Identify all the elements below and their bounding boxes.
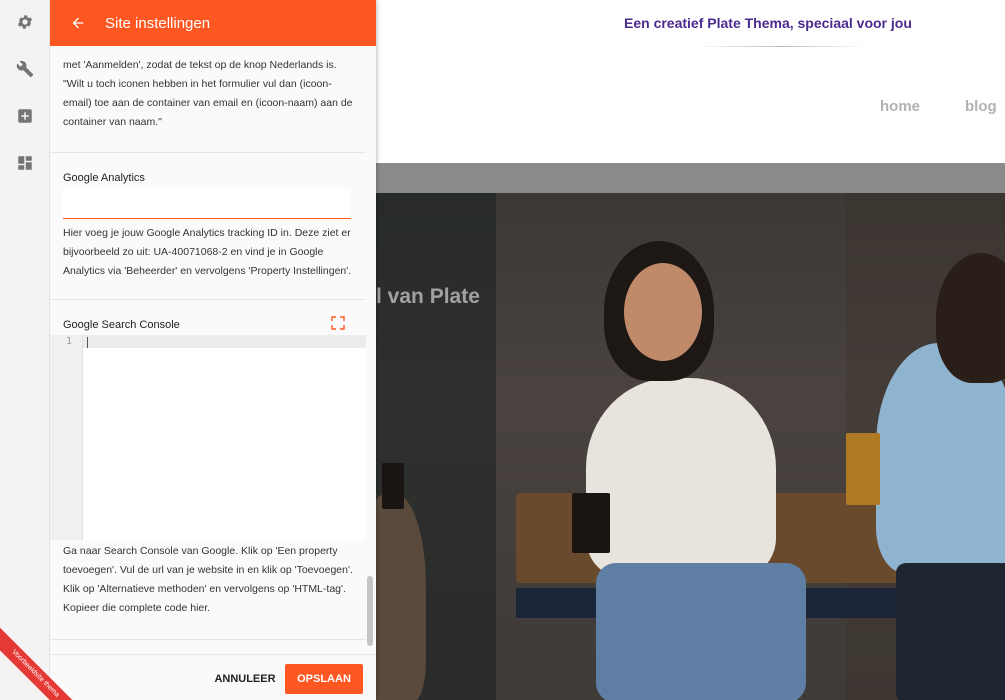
person-center-face-shape <box>624 263 702 361</box>
panel-title: Site instellingen <box>105 14 211 32</box>
divider <box>50 152 366 153</box>
divider <box>50 299 366 300</box>
save-button[interactable]: OPSLAAN <box>285 664 363 694</box>
plus-box-icon[interactable] <box>13 104 37 128</box>
editor-gutter: 1 <box>50 335 83 540</box>
hero-top-band <box>376 163 1005 193</box>
ga-tracking-input[interactable] <box>63 188 351 219</box>
wrench-icon[interactable] <box>13 57 37 81</box>
site-preview: Een creatief Plate Thema, speciaal voor … <box>376 0 1005 700</box>
beer-glass-shape <box>846 433 880 505</box>
ga-label: Google Analytics <box>63 172 145 184</box>
tagline-divider <box>696 46 866 47</box>
panel-body[interactable]: met 'Aanmelden', zodat de tekst op de kn… <box>50 46 376 654</box>
back-arrow-icon[interactable] <box>68 13 88 33</box>
divider <box>50 639 366 640</box>
ga-help-text: Hier voeg je jouw Google Analytics track… <box>63 227 352 277</box>
form-help-text: met 'Aanmelden', zodat de tekst op de kn… <box>63 59 353 128</box>
hero-title: l van Plate <box>376 285 480 308</box>
icon-rail <box>0 0 50 700</box>
person-center-jeans-shape <box>596 563 806 700</box>
nav-home[interactable]: home <box>880 98 920 115</box>
active-line <box>83 335 366 348</box>
dashboard-icon[interactable] <box>13 151 37 175</box>
hero-image: l van Plate <box>376 193 1005 700</box>
person-right-jeans-shape <box>896 563 1005 700</box>
gsc-help-text: Ga naar Search Console van Google. Klik … <box>63 545 353 614</box>
gsc-label: Google Search Console <box>63 319 180 331</box>
gsc-code-editor[interactable]: 1 <box>50 335 366 540</box>
site-tagline: Een creatief Plate Thema, speciaal voor … <box>624 15 912 31</box>
gear-icon[interactable] <box>13 10 37 34</box>
panel-header: Site instellingen <box>50 0 376 46</box>
panel-scrollbar[interactable] <box>367 576 373 646</box>
fullscreen-icon[interactable] <box>331 316 345 330</box>
line-number: 1 <box>65 336 72 347</box>
nav-blog[interactable]: blog <box>965 98 997 115</box>
glass-shape <box>382 463 404 509</box>
person-center-shirt-shape <box>586 378 776 578</box>
settings-panel: Site instellingen met 'Aanmelden', zodat… <box>50 0 376 700</box>
glass-shape <box>572 493 610 553</box>
cancel-button[interactable]: ANNULEER <box>210 665 280 693</box>
text-caret <box>87 337 88 348</box>
panel-footer: ANNULEER OPSLAAN <box>50 654 376 700</box>
